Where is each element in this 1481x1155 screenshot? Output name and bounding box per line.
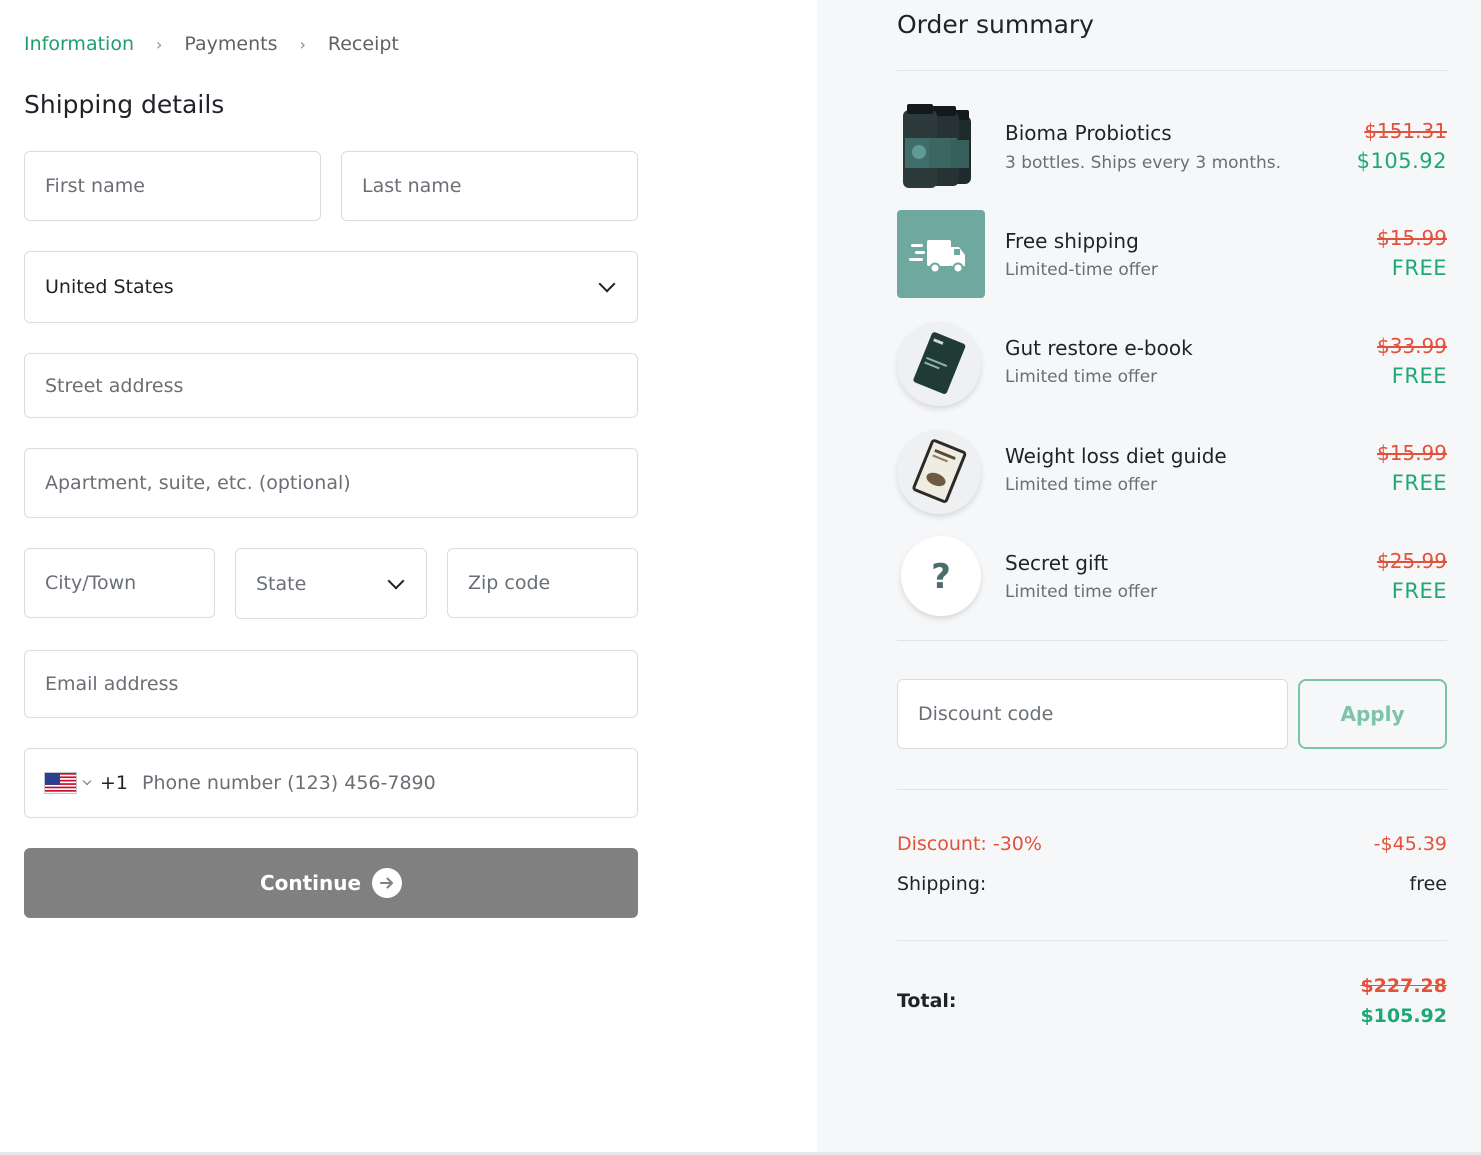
apartment-field[interactable]: Apartment, suite, etc. (optional) [24, 448, 638, 518]
item-name: Secret gift [1005, 551, 1109, 575]
list-item: Bioma Probiotics 3 bottles. Ships every … [897, 102, 1447, 192]
discount-label: Discount: -30% [897, 833, 1042, 855]
country-code-chevron-icon[interactable] [82, 776, 92, 786]
phone-field[interactable]: +1 Phone number (123) 456-7890 [24, 748, 638, 818]
email-field[interactable]: Email address [24, 650, 638, 718]
discount-code-input[interactable]: Discount code [897, 679, 1288, 749]
ebook-tablet-image [897, 322, 981, 406]
first-name-placeholder: First name [45, 175, 145, 197]
discount-code-placeholder: Discount code [918, 703, 1054, 725]
item-subtitle: 3 bottles. Ships every 3 months. [1005, 153, 1282, 173]
state-select[interactable]: State [235, 548, 427, 619]
item-old-price: $151.31 [1364, 119, 1447, 143]
item-subtitle: Limited-time offer [1005, 260, 1158, 280]
list-item: ? Secret gift Limited time offer $25.99 … [897, 534, 1447, 624]
diet-guide-tablet-image [897, 430, 981, 514]
breadcrumb-payments[interactable]: Payments [184, 33, 277, 55]
total-new-price: $105.92 [1360, 1005, 1447, 1027]
street-address-placeholder: Street address [45, 374, 184, 397]
delivery-truck-icon [897, 210, 985, 298]
item-subtitle: Limited time offer [1005, 367, 1158, 387]
city-placeholder: City/Town [45, 572, 137, 594]
zip-code-placeholder: Zip code [468, 572, 551, 594]
divider [897, 640, 1447, 641]
divider [897, 70, 1447, 71]
shipping-panel: Information › Payments › Receipt Shippin… [0, 0, 817, 1155]
breadcrumb-receipt[interactable]: Receipt [328, 33, 399, 55]
apply-button[interactable]: Apply [1298, 679, 1447, 749]
order-summary-panel: Order summary Bioma Probiotics 3 bottles… [817, 0, 1481, 1152]
breadcrumb-chevron-icon: › [299, 34, 306, 54]
question-mark-icon: ? [901, 536, 981, 616]
order-summary-title: Order summary [897, 10, 1094, 39]
total-old-price: $227.28 [1360, 975, 1447, 997]
item-old-price: $25.99 [1377, 549, 1447, 573]
item-name: Gut restore e-book [1005, 336, 1193, 360]
list-item: Gut restore e-book Limited time offer $3… [897, 318, 1447, 408]
phone-placeholder: Phone number (123) 456-7890 [142, 772, 436, 794]
breadcrumb-information[interactable]: Information [24, 33, 134, 55]
continue-label: Continue [259, 871, 362, 895]
item-new-price: FREE [1391, 364, 1447, 388]
shipping-label: Shipping: [897, 873, 987, 895]
arrow-right-icon [372, 868, 403, 898]
item-subtitle: Limited time offer [1005, 582, 1158, 602]
shipping-value: free [1409, 873, 1447, 895]
email-placeholder: Email address [45, 673, 179, 695]
item-new-price: FREE [1391, 579, 1447, 603]
item-old-price: $15.99 [1377, 226, 1447, 250]
item-name: Free shipping [1005, 229, 1139, 253]
item-subtitle: Limited time offer [1005, 475, 1158, 495]
list-item: Free shipping Limited-time offer $15.99 … [897, 210, 1447, 300]
list-item: Weight loss diet guide Limited time offe… [897, 426, 1447, 516]
item-old-price: $15.99 [1377, 441, 1447, 465]
last-name-field[interactable]: Last name [341, 151, 638, 221]
continue-button[interactable]: Continue [24, 848, 638, 918]
street-address-field[interactable]: Street address [24, 353, 638, 418]
item-name: Weight loss diet guide [1005, 444, 1227, 468]
divider [897, 789, 1447, 790]
total-label: Total: [897, 990, 957, 1012]
country-value: United States [45, 276, 174, 298]
chevron-down-icon [387, 572, 405, 589]
item-new-price: $105.92 [1356, 149, 1447, 173]
divider [897, 940, 1447, 941]
item-name: Bioma Probiotics [1005, 121, 1172, 145]
discount-value: -$45.39 [1373, 833, 1447, 855]
svg-text:?: ? [931, 557, 951, 597]
item-new-price: FREE [1391, 471, 1447, 495]
last-name-placeholder: Last name [362, 175, 462, 197]
zip-code-field[interactable]: Zip code [447, 548, 638, 618]
item-new-price: FREE [1391, 256, 1447, 280]
apartment-placeholder: Apartment, suite, etc. (optional) [45, 472, 351, 494]
breadcrumb: Information › Payments › Receipt [24, 33, 399, 55]
chevron-down-icon [598, 275, 616, 293]
first-name-field[interactable]: First name [24, 151, 321, 221]
city-field[interactable]: City/Town [24, 548, 215, 618]
state-placeholder: State [256, 572, 307, 595]
item-old-price: $33.99 [1377, 334, 1447, 358]
us-flag-icon[interactable] [44, 772, 77, 794]
country-select[interactable]: United States [24, 251, 638, 323]
probiotic-bottles-image [897, 102, 985, 190]
breadcrumb-chevron-icon: › [155, 34, 163, 54]
page-title: Shipping details [24, 90, 225, 119]
dial-code: +1 [100, 772, 129, 794]
